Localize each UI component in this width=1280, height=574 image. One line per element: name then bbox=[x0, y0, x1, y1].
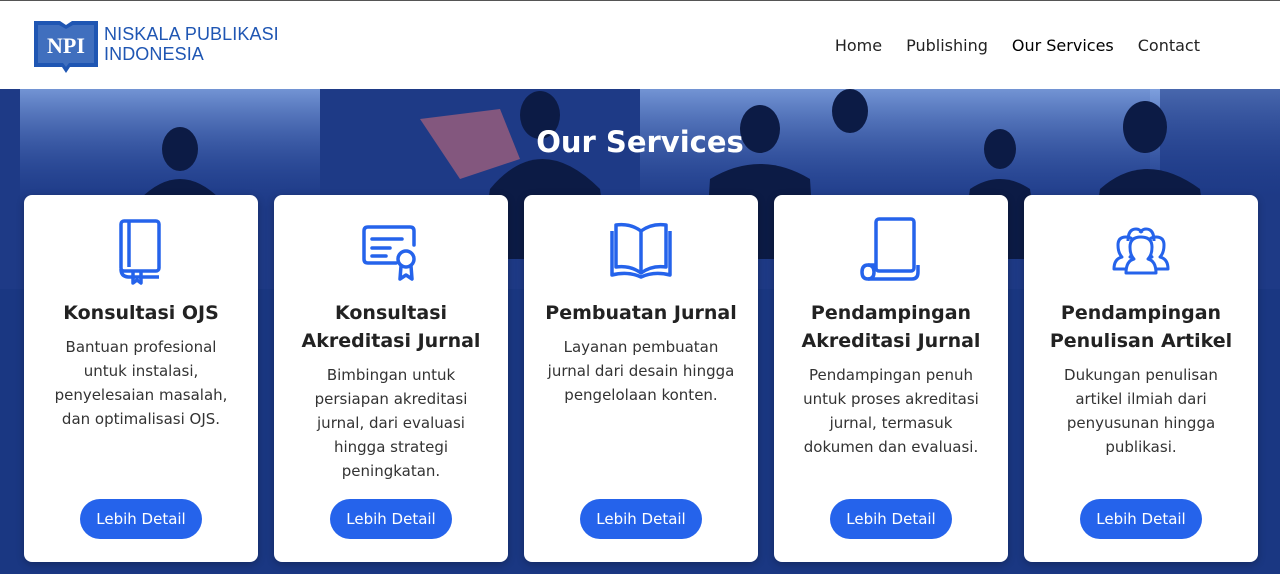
card-title: Pendampingan Akreditasi Jurnal bbox=[801, 302, 981, 352]
lebih-detail-button[interactable]: Lebih Detail bbox=[580, 499, 702, 539]
site-header: NPI NISKALA PUBLIKASI INDONESIA Home Pub… bbox=[0, 1, 1280, 89]
service-card-pembuatan-jurnal: Pembuatan Jurnal Layanan pembuatan jurna… bbox=[524, 195, 758, 562]
service-card-pendampingan-penulisan: Pendampingan Penulisan Artikel Dukungan … bbox=[1024, 195, 1258, 562]
section-title: Our Services bbox=[536, 125, 744, 159]
service-card-pendampingan-akreditasi: Pendampingan Akreditasi Jurnal Pendampin… bbox=[774, 195, 1008, 562]
scroll-icon bbox=[860, 217, 920, 281]
nav-home[interactable]: Home bbox=[835, 36, 882, 55]
service-cards: Konsultasi OJS Bantuan profesional untuk… bbox=[24, 195, 1258, 562]
nav-contact[interactable]: Contact bbox=[1138, 36, 1200, 55]
certificate-icon bbox=[362, 225, 416, 281]
card-description: Bantuan profesional untuk instalasi, pen… bbox=[54, 338, 228, 428]
service-card-konsultasi-akreditasi: Konsultasi Akreditasi Jurnal Bimbingan u… bbox=[274, 195, 508, 562]
brand-name: NISKALA PUBLIKASI INDONESIA bbox=[104, 24, 279, 64]
card-description: Dukungan penulisan artikel ilmiah dari p… bbox=[1064, 366, 1218, 456]
nav-publishing[interactable]: Publishing bbox=[906, 36, 988, 55]
lebih-detail-button[interactable]: Lebih Detail bbox=[830, 499, 952, 539]
card-title: Konsultasi Akreditasi Jurnal bbox=[301, 302, 481, 352]
npi-logo-icon: NPI bbox=[34, 21, 98, 73]
nav-our-services[interactable]: Our Services bbox=[1012, 36, 1114, 55]
card-description: Pendampingan penuh untuk proses akredita… bbox=[803, 366, 979, 456]
brand-line-2: INDONESIA bbox=[104, 44, 204, 64]
open-book-icon bbox=[610, 222, 672, 279]
logo-mark-text: NPI bbox=[47, 33, 85, 58]
lebih-detail-button[interactable]: Lebih Detail bbox=[80, 499, 202, 539]
card-title: Pembuatan Jurnal bbox=[545, 302, 737, 324]
card-description: Layanan pembuatan jurnal dari desain hin… bbox=[547, 338, 735, 404]
brand-line-1: NISKALA PUBLIKASI bbox=[104, 24, 279, 44]
services-section: Our Services Konsultasi OJS Bantuan prof… bbox=[0, 89, 1280, 574]
main-nav: Home Publishing Our Services Contact bbox=[811, 1, 1200, 89]
users-icon bbox=[1112, 227, 1170, 275]
card-description: Bimbingan untuk persiapan akreditasi jur… bbox=[314, 366, 468, 480]
service-card-konsultasi-ojs: Konsultasi OJS Bantuan profesional untuk… bbox=[24, 195, 258, 562]
lebih-detail-button[interactable]: Lebih Detail bbox=[330, 499, 452, 539]
card-title: Pendampingan Penulisan Artikel bbox=[1049, 302, 1233, 352]
lebih-detail-button[interactable]: Lebih Detail bbox=[1080, 499, 1202, 539]
book-icon bbox=[119, 219, 161, 285]
card-title: Konsultasi OJS bbox=[63, 302, 219, 324]
brand-logo[interactable]: NPI NISKALA PUBLIKASI INDONESIA bbox=[32, 15, 279, 73]
